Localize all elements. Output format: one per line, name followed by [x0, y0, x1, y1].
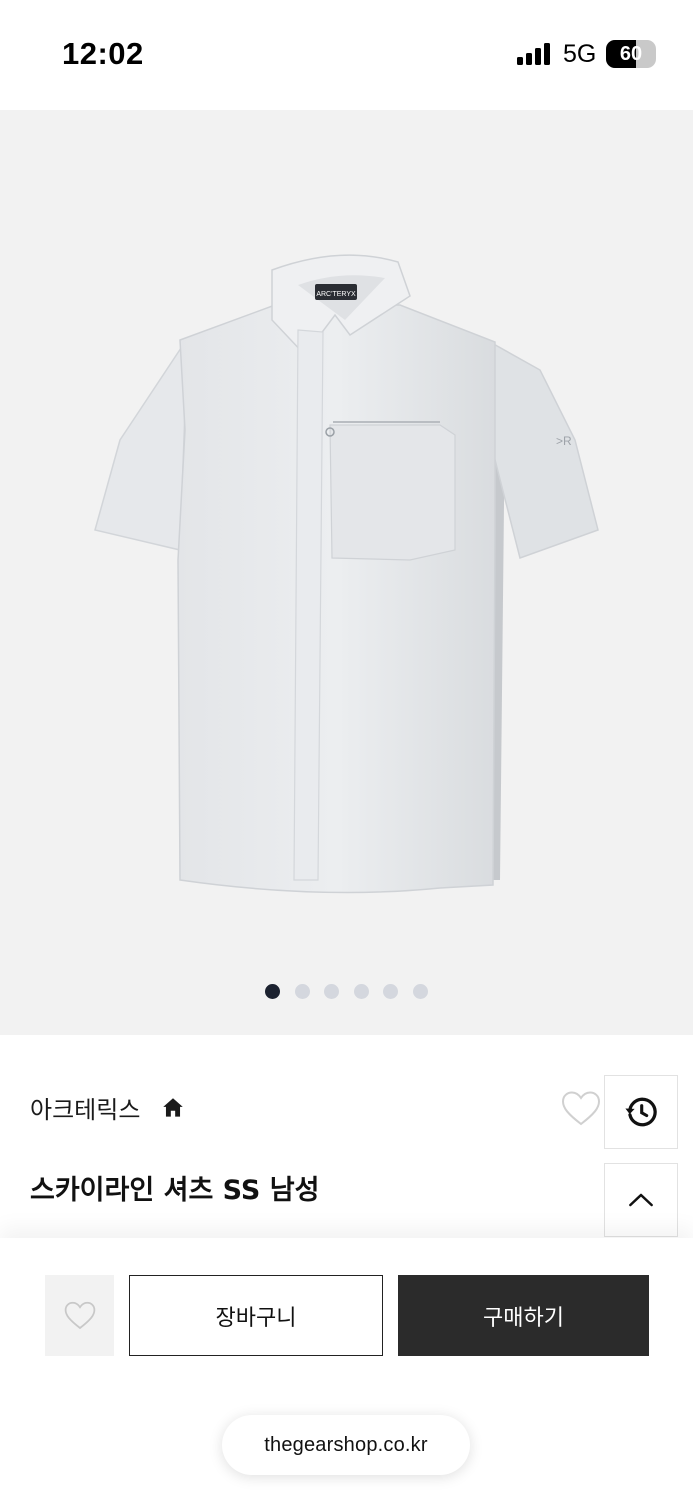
- browser-url-bar[interactable]: thegearshop.co.kr: [222, 1415, 470, 1475]
- status-time: 12:02: [62, 36, 144, 71]
- add-to-cart-button[interactable]: 장바구니: [129, 1275, 383, 1356]
- shirt-image: ARC'TERYX >R: [94, 254, 599, 894]
- gallery-dot[interactable]: [324, 984, 339, 999]
- signal-icon: [517, 43, 553, 65]
- heart-icon[interactable]: [560, 1089, 602, 1129]
- gallery-pagination: [0, 984, 693, 1000]
- gallery-dot[interactable]: [353, 984, 369, 999]
- purchase-action-bar: 장바구니 구매하기 thegearshop.co.kr: [0, 1238, 693, 1500]
- product-gallery[interactable]: ARC'TERYX >R: [0, 110, 693, 1035]
- svg-text:>R: >R: [556, 434, 572, 448]
- gallery-dot[interactable]: [412, 984, 428, 999]
- battery-icon: 60: [606, 40, 656, 68]
- status-bar: 12:02 5G 60: [0, 0, 693, 110]
- gallery-dot[interactable]: [265, 984, 280, 999]
- history-icon: [625, 1097, 657, 1127]
- recent-history-button[interactable]: [604, 1075, 678, 1149]
- gallery-dot[interactable]: [383, 984, 398, 999]
- wishlist-button[interactable]: [45, 1275, 114, 1356]
- brand-row[interactable]: 아크테릭스: [30, 1090, 186, 1130]
- chevron-up-icon: [629, 1193, 653, 1207]
- heart-icon: [64, 1301, 95, 1329]
- brand-name[interactable]: 아크테릭스: [30, 1096, 140, 1124]
- product-title: 스카이라인 셔츠 SS 남성: [30, 1175, 320, 1206]
- buy-now-button[interactable]: 구매하기: [398, 1275, 649, 1356]
- scroll-top-button[interactable]: [604, 1163, 678, 1237]
- home-icon[interactable]: [160, 1095, 186, 1121]
- svg-text:ARC'TERYX: ARC'TERYX: [316, 291, 356, 298]
- battery-level: 60: [619, 43, 643, 65]
- gallery-dot[interactable]: [294, 984, 310, 999]
- network-type: 5G: [563, 40, 597, 68]
